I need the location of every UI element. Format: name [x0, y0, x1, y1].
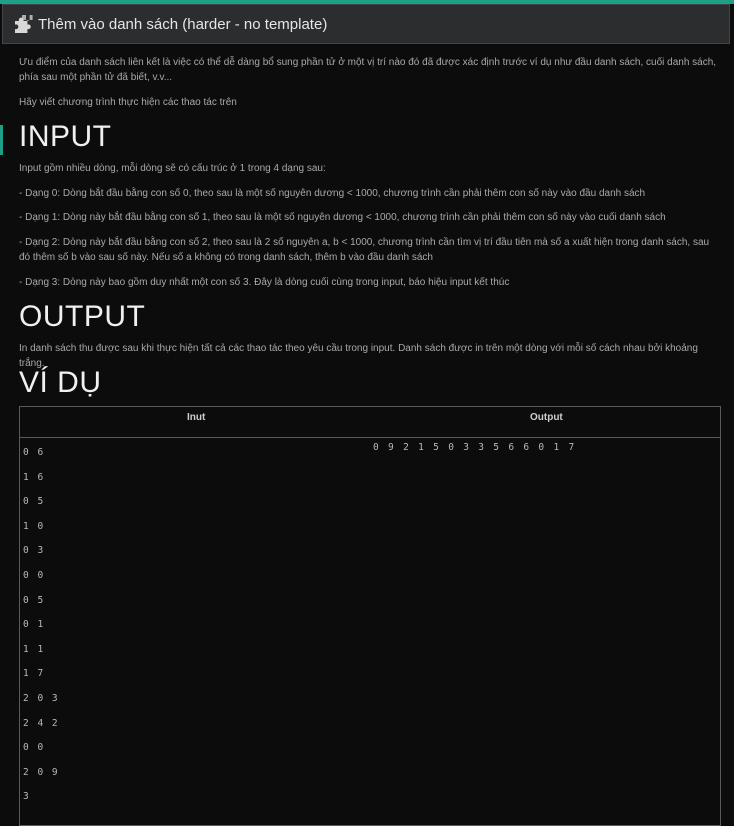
problem-title: Thêm vào danh sách (harder - no template…: [38, 15, 328, 33]
input-line: 2 0 9: [23, 766, 60, 778]
column-header-input: Inut: [187, 412, 206, 423]
example-input-cell: 0 6 1 6 0 5 1 0 0 3 0 0 0 5 0 1 1 1 1 7 …: [23, 441, 59, 810]
input-heading: INPUT: [19, 120, 112, 153]
input-description: Input gồm nhiều dòng, mỗi dòng sẽ có cấu…: [19, 163, 326, 174]
input-form-1: - Dạng 1: Dòng này bắt đầu bằng con số 1…: [19, 212, 666, 223]
input-line: 1 7: [23, 668, 45, 680]
input-form-2: - Dạng 2: Dòng này bắt đầu bằng con số 2…: [19, 237, 710, 263]
input-line: 0 3: [23, 545, 45, 557]
puzzle-icon: [12, 13, 36, 35]
input-line: 0 6: [23, 447, 45, 458]
input-line: 0 0: [23, 569, 45, 581]
input-line: 1 6: [23, 471, 45, 483]
column-header-output: Output: [530, 412, 563, 423]
input-line: 1 0: [23, 520, 45, 532]
input-line: 2 4 2: [23, 717, 60, 729]
input-line: 0 5: [23, 594, 45, 606]
section-accent-bar: [0, 125, 3, 155]
output-description: In danh sách thu được sau khi thực hiện …: [19, 343, 698, 369]
input-form-3: - Dạng 3: Dòng này bao gồm duy nhất một …: [19, 277, 510, 288]
input-line: 3: [23, 791, 31, 803]
input-line: 0 1: [23, 619, 45, 631]
example-output-cell: 0 9 2 1 5 0 3 3 5 6 6 0 1 7: [373, 442, 577, 453]
input-line: 0 5: [23, 496, 45, 508]
input-form-0: - Dạng 0: Dòng bắt đầu bằng con số 0, th…: [19, 188, 646, 199]
table-header-row: Inut Output: [20, 407, 720, 438]
input-line: 2 0 3: [23, 692, 60, 704]
problem-header: Thêm vào danh sách (harder - no template…: [2, 4, 730, 44]
example-heading: VÍ DỤ: [19, 366, 102, 399]
input-line: 1 1: [23, 643, 45, 655]
input-line: 0 0: [23, 742, 45, 754]
intro-paragraph: Ưu điểm của danh sách liên kết là việc c…: [19, 57, 717, 83]
output-heading: OUTPUT: [19, 300, 146, 333]
task-paragraph: Hãy viết chương trình thực hiện các thao…: [19, 97, 237, 108]
example-table: Inut Output 0 6 1 6 0 5 1 0 0 3 0 0 0 5 …: [19, 406, 721, 826]
